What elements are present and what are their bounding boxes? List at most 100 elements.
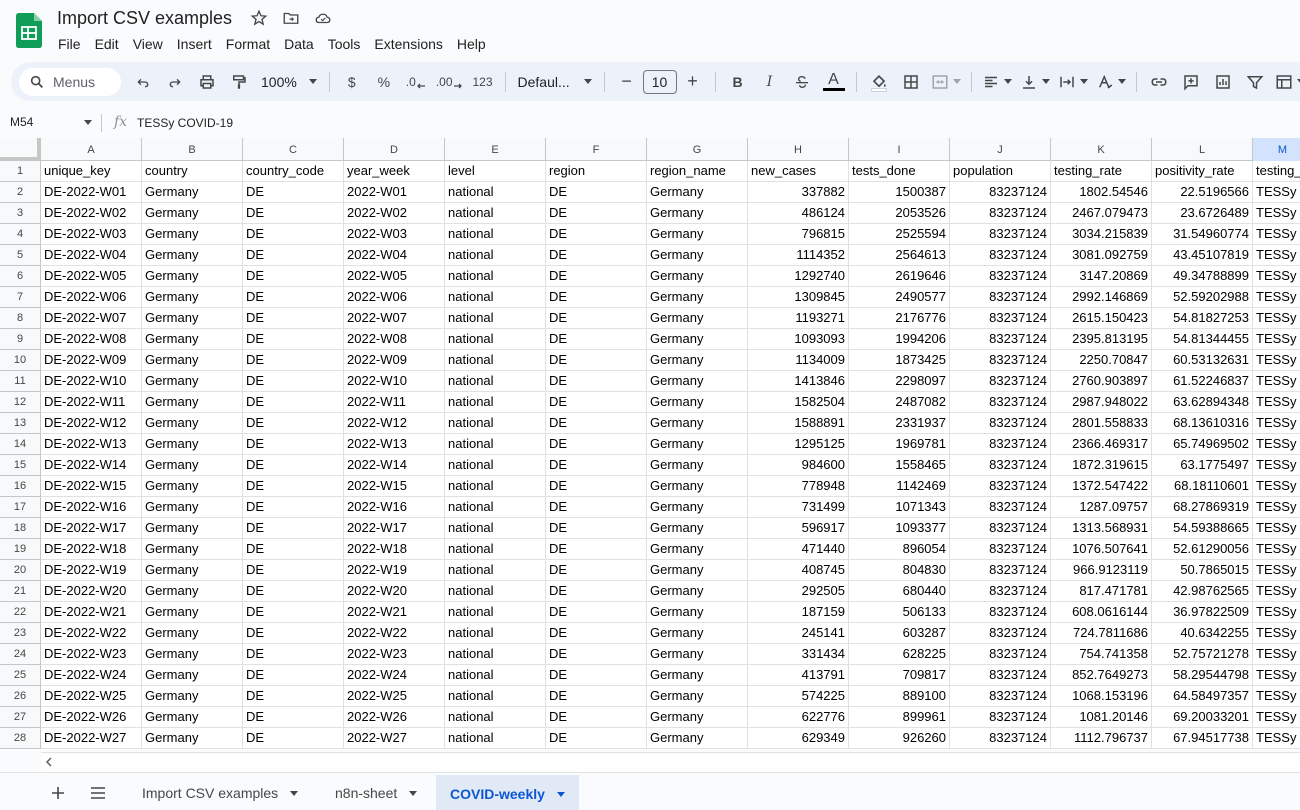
table-cell[interactable]: Germany <box>647 476 748 497</box>
table-cell[interactable]: 83237124 <box>950 728 1051 749</box>
menus-search-input[interactable]: Menus <box>19 67 121 96</box>
table-cell[interactable]: Germany <box>142 581 243 602</box>
table-cell[interactable]: DE-2022-W05 <box>41 266 142 287</box>
table-cell[interactable]: 83237124 <box>950 245 1051 266</box>
table-cell[interactable]: 984600 <box>748 455 849 476</box>
table-cell[interactable]: DE-2022-W22 <box>41 623 142 644</box>
table-cell[interactable]: TESSy <box>1253 686 1300 707</box>
table-cell[interactable]: DE-2022-W02 <box>41 203 142 224</box>
table-cell[interactable]: 2022-W10 <box>344 371 445 392</box>
insert-comment-button[interactable] <box>1177 68 1205 96</box>
all-sheets-button[interactable] <box>86 781 110 805</box>
table-cell[interactable]: Germany <box>647 497 748 518</box>
table-cell[interactable]: Germany <box>647 623 748 644</box>
table-cell[interactable]: DE <box>243 182 344 203</box>
table-cell[interactable]: 63.1775497 <box>1152 455 1253 476</box>
table-cell[interactable]: DE <box>546 623 647 644</box>
table-cell[interactable]: 52.61290056 <box>1152 539 1253 560</box>
row-number[interactable]: 20 <box>0 560 41 581</box>
menu-file[interactable]: File <box>51 32 88 56</box>
table-cell[interactable]: national <box>445 728 546 749</box>
table-cell[interactable]: DE <box>546 686 647 707</box>
table-cell[interactable]: 2022-W06 <box>344 287 445 308</box>
table-cell[interactable]: Germany <box>142 350 243 371</box>
table-cell[interactable]: 83237124 <box>950 182 1051 203</box>
table-cell[interactable]: DE <box>546 203 647 224</box>
borders-button[interactable] <box>897 68 925 96</box>
table-cell[interactable]: Germany <box>647 707 748 728</box>
table-cell[interactable]: national <box>445 455 546 476</box>
table-cell[interactable]: 83237124 <box>950 266 1051 287</box>
table-cell[interactable]: national <box>445 707 546 728</box>
table-cell[interactable]: Germany <box>142 329 243 350</box>
table-cell[interactable]: DE <box>546 371 647 392</box>
table-cell[interactable]: 2022-W18 <box>344 539 445 560</box>
table-cell[interactable]: national <box>445 371 546 392</box>
table-cell[interactable]: Germany <box>647 602 748 623</box>
table-cell[interactable]: national <box>445 392 546 413</box>
table-cell[interactable]: 2022-W24 <box>344 665 445 686</box>
table-cell[interactable]: 680440 <box>849 581 950 602</box>
table-cell[interactable]: DE-2022-W13 <box>41 434 142 455</box>
table-cell[interactable]: 2022-W03 <box>344 224 445 245</box>
decrease-font-size-button[interactable]: − <box>613 68 641 96</box>
sheet-tab-import-csv-examples[interactable]: Import CSV examples <box>128 775 312 810</box>
italic-button[interactable]: I <box>756 68 784 96</box>
table-cell[interactable]: 628225 <box>849 644 950 665</box>
table-cell[interactable]: DE-2022-W04 <box>41 245 142 266</box>
table-cell[interactable]: 709817 <box>849 665 950 686</box>
table-cell[interactable]: Germany <box>647 266 748 287</box>
table-cell[interactable]: 2022-W23 <box>344 644 445 665</box>
table-cell[interactable]: 83237124 <box>950 644 1051 665</box>
table-cell[interactable]: national <box>445 308 546 329</box>
column-header-i[interactable]: I <box>849 138 950 161</box>
merge-cells-button[interactable] <box>929 68 963 96</box>
table-cell[interactable]: Germany <box>142 665 243 686</box>
table-cell[interactable]: 2022-W09 <box>344 350 445 371</box>
table-cell[interactable]: 852.7649273 <box>1051 665 1152 686</box>
header-cell[interactable]: testing_rate <box>1051 161 1152 182</box>
table-cell[interactable]: DE-2022-W27 <box>41 728 142 749</box>
table-cell[interactable]: 2022-W14 <box>344 455 445 476</box>
table-cell[interactable]: DE <box>546 245 647 266</box>
add-sheet-button[interactable] <box>46 781 70 805</box>
table-cell[interactable]: 486124 <box>748 203 849 224</box>
column-header-k[interactable]: K <box>1051 138 1152 161</box>
undo-button[interactable] <box>129 68 157 96</box>
table-cell[interactable]: Germany <box>647 644 748 665</box>
sheets-logo-icon[interactable] <box>16 13 42 48</box>
table-cell[interactable]: 68.13610316 <box>1152 413 1253 434</box>
table-cell[interactable]: DE <box>243 560 344 581</box>
table-cell[interactable]: DE <box>243 329 344 350</box>
table-cell[interactable]: DE <box>546 602 647 623</box>
table-cell[interactable]: 1292740 <box>748 266 849 287</box>
table-cell[interactable]: DE-2022-W26 <box>41 707 142 728</box>
table-cell[interactable]: DE <box>546 581 647 602</box>
document-title[interactable]: Import CSV examples <box>57 6 232 30</box>
table-cell[interactable]: DE <box>243 308 344 329</box>
table-cell[interactable]: 817.471781 <box>1051 581 1152 602</box>
sheet-tab-covid-weekly[interactable]: COVID-weekly <box>436 775 579 810</box>
table-cell[interactable]: Germany <box>647 245 748 266</box>
table-cell[interactable]: 2022-W15 <box>344 476 445 497</box>
table-cell[interactable]: Germany <box>142 392 243 413</box>
table-cell[interactable]: 2525594 <box>849 224 950 245</box>
table-cell[interactable]: 622776 <box>748 707 849 728</box>
table-cell[interactable]: DE <box>546 224 647 245</box>
table-cell[interactable]: Germany <box>647 203 748 224</box>
table-cell[interactable]: 65.74969502 <box>1152 434 1253 455</box>
table-cell[interactable]: DE <box>243 203 344 224</box>
table-cell[interactable]: DE-2022-W12 <box>41 413 142 434</box>
table-cell[interactable]: DE-2022-W08 <box>41 329 142 350</box>
table-cell[interactable]: 69.20033201 <box>1152 707 1253 728</box>
table-cell[interactable]: 83237124 <box>950 707 1051 728</box>
table-cell[interactable]: DE <box>546 539 647 560</box>
table-cell[interactable]: DE-2022-W07 <box>41 308 142 329</box>
table-cell[interactable]: 1309845 <box>748 287 849 308</box>
row-number[interactable]: 5 <box>0 245 41 266</box>
table-cell[interactable]: DE-2022-W16 <box>41 497 142 518</box>
chevron-down-icon[interactable] <box>290 790 299 796</box>
table-cell[interactable]: 2331937 <box>849 413 950 434</box>
table-cell[interactable]: 42.98762565 <box>1152 581 1253 602</box>
table-cell[interactable]: 50.7865015 <box>1152 560 1253 581</box>
